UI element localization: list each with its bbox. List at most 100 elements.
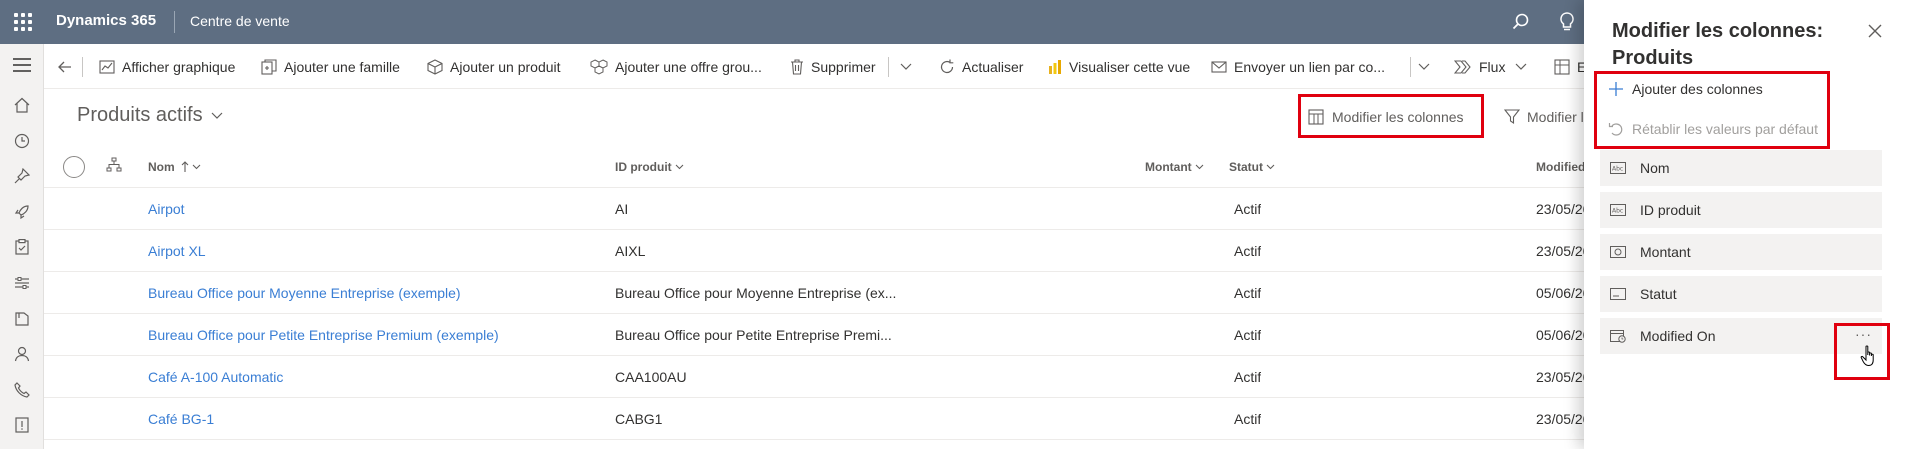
flow-button[interactable]: Flux xyxy=(1454,56,1534,78)
email-link-button[interactable]: Envoyer un lien par co... xyxy=(1211,56,1385,78)
status-cell: Actif xyxy=(1234,243,1262,259)
delete-button[interactable]: Supprimer xyxy=(790,56,876,78)
chevron-down-icon xyxy=(1266,164,1275,170)
currency-field-icon xyxy=(1610,245,1626,259)
trash-icon xyxy=(791,59,803,75)
powerbi-icon xyxy=(1049,60,1061,74)
highlight-panel-actions xyxy=(1594,71,1830,149)
view-selector[interactable]: Produits actifs xyxy=(77,104,223,127)
waffle-icon[interactable] xyxy=(14,13,32,31)
chevron-down-icon xyxy=(1195,164,1204,170)
table-row[interactable]: Airpot AI Actif 23/05/2022 xyxy=(44,188,1584,230)
status-cell: Actif xyxy=(1234,327,1262,343)
visualize-view-button[interactable]: Visualiser cette vue xyxy=(1048,56,1190,78)
product-name-link[interactable]: Café A-100 Automatic xyxy=(148,369,283,385)
command-separator xyxy=(888,57,889,77)
add-family-icon xyxy=(261,59,277,75)
text-field-icon: Abc xyxy=(1610,203,1626,217)
delete-label: Supprimer xyxy=(811,59,876,75)
product-id-cell: AIXL xyxy=(615,243,646,259)
status-cell: Actif xyxy=(1234,285,1262,301)
box-icon xyxy=(427,59,443,75)
product-id-cell: CABG1 xyxy=(615,411,663,427)
search-icon[interactable] xyxy=(1509,10,1533,34)
refresh-button[interactable]: Actualiser xyxy=(939,56,1023,78)
pin-icon[interactable] xyxy=(12,166,32,186)
area-name[interactable]: Centre de vente xyxy=(190,13,290,29)
book-icon[interactable] xyxy=(12,309,32,329)
column-item-status[interactable]: Statut xyxy=(1600,276,1882,312)
back-button[interactable] xyxy=(58,56,79,78)
modified-cell: 23/05/2022 xyxy=(1536,369,1584,385)
person-icon[interactable] xyxy=(12,344,32,364)
table-row[interactable]: Bureau Office pour Moyenne Entreprise (e… xyxy=(44,272,1584,314)
bundle-icon xyxy=(590,59,608,75)
document-icon[interactable] xyxy=(12,415,32,435)
add-bundle-label: Ajouter une offre grou... xyxy=(615,59,762,75)
product-name-link[interactable]: Bureau Office pour Moyenne Entreprise (e… xyxy=(148,285,461,301)
column-item-label: ID produit xyxy=(1640,202,1701,218)
command-bar: Afficher graphique Ajouter une famille A… xyxy=(44,44,1593,89)
chevron-down-icon xyxy=(1418,63,1430,70)
modified-cell: 05/06/2022 xyxy=(1536,285,1584,301)
option-field-icon xyxy=(1610,287,1626,301)
refresh-label: Actualiser xyxy=(962,59,1024,75)
modified-cell: 23/05/2022 xyxy=(1536,411,1584,427)
column-item-label: Modified On xyxy=(1640,328,1716,344)
home-icon[interactable] xyxy=(12,95,32,115)
table-row[interactable]: Airpot XL AIXL Actif 23/05/2022 xyxy=(44,230,1584,272)
clipboard-icon[interactable] xyxy=(12,237,32,257)
command-separator xyxy=(82,57,83,77)
edit-columns-panel: Modifier les colonnes: Produits Ajouter … xyxy=(1584,0,1906,449)
hierarchy-icon[interactable] xyxy=(106,157,122,173)
show-chart-button[interactable]: Afficher graphique xyxy=(99,56,235,78)
svg-text:Abc: Abc xyxy=(1612,166,1623,173)
column-item-product-id[interactable]: Abc ID produit xyxy=(1600,192,1882,228)
column-item-label: Montant xyxy=(1640,244,1691,260)
refresh-icon xyxy=(940,59,954,74)
close-icon[interactable] xyxy=(1866,22,1884,40)
chevron-down-icon xyxy=(675,164,684,170)
email-dropdown[interactable] xyxy=(1418,56,1437,78)
product-name-link[interactable]: Bureau Office pour Petite Entreprise Pre… xyxy=(148,327,499,343)
add-product-label: Ajouter un produit xyxy=(450,59,561,75)
select-all-checkbox[interactable] xyxy=(63,156,85,178)
table-row[interactable]: Café A-100 Automatic CAA100AU Actif 23/0… xyxy=(44,356,1584,398)
column-header-product-id[interactable]: ID produit xyxy=(615,160,684,174)
column-header-amount[interactable]: Montant xyxy=(1145,160,1204,174)
more-commands-dropdown[interactable] xyxy=(900,56,919,78)
product-name-link[interactable]: Airpot XL xyxy=(148,243,206,259)
add-product-button[interactable]: Ajouter un produit xyxy=(427,56,561,78)
date-field-icon xyxy=(1610,329,1626,343)
chevron-down-icon xyxy=(192,164,201,170)
product-id-cell: CAA100AU xyxy=(615,369,687,385)
lightbulb-icon[interactable] xyxy=(1555,10,1579,34)
column-item-name[interactable]: Abc Nom xyxy=(1600,150,1882,186)
table-row[interactable]: Bureau Office pour Petite Entreprise Pre… xyxy=(44,314,1584,356)
phone-icon[interactable] xyxy=(12,380,32,400)
column-header-modified[interactable]: Modified On xyxy=(1536,160,1584,174)
modified-cell: 23/05/2022 xyxy=(1536,201,1584,217)
product-id-cell: AI xyxy=(615,201,629,217)
text-field-icon: Abc xyxy=(1610,161,1626,175)
product-name-link[interactable]: Airpot xyxy=(148,201,185,217)
rocket-icon[interactable] xyxy=(12,202,32,222)
add-bundle-button[interactable]: Ajouter une offre grou... xyxy=(590,56,762,78)
column-header-status[interactable]: Statut xyxy=(1229,160,1275,174)
add-family-button[interactable]: Ajouter une famille xyxy=(261,56,400,78)
highlight-edit-columns xyxy=(1298,94,1484,138)
column-item-amount[interactable]: Montant xyxy=(1600,234,1882,270)
column-header-name[interactable]: Nom xyxy=(148,160,201,174)
hamburger-icon[interactable] xyxy=(12,55,32,75)
recent-icon[interactable] xyxy=(12,131,32,151)
product-name-link[interactable]: Café BG-1 xyxy=(148,411,214,427)
edit-filters-button[interactable]: Modifier les filtres xyxy=(1504,104,1584,130)
table-row[interactable]: Café BG-1 CABG1 Actif 23/05/2022 xyxy=(44,398,1584,440)
view-title: Produits actifs xyxy=(77,104,203,126)
modified-cell: 23/05/2022 xyxy=(1536,243,1584,259)
chevron-down-icon xyxy=(211,112,223,119)
sliders-icon[interactable] xyxy=(12,273,32,293)
product-id-cell: Bureau Office pour Moyenne Entreprise (e… xyxy=(615,285,897,301)
app-name[interactable]: Dynamics 365 xyxy=(56,12,156,29)
left-nav xyxy=(0,44,44,449)
